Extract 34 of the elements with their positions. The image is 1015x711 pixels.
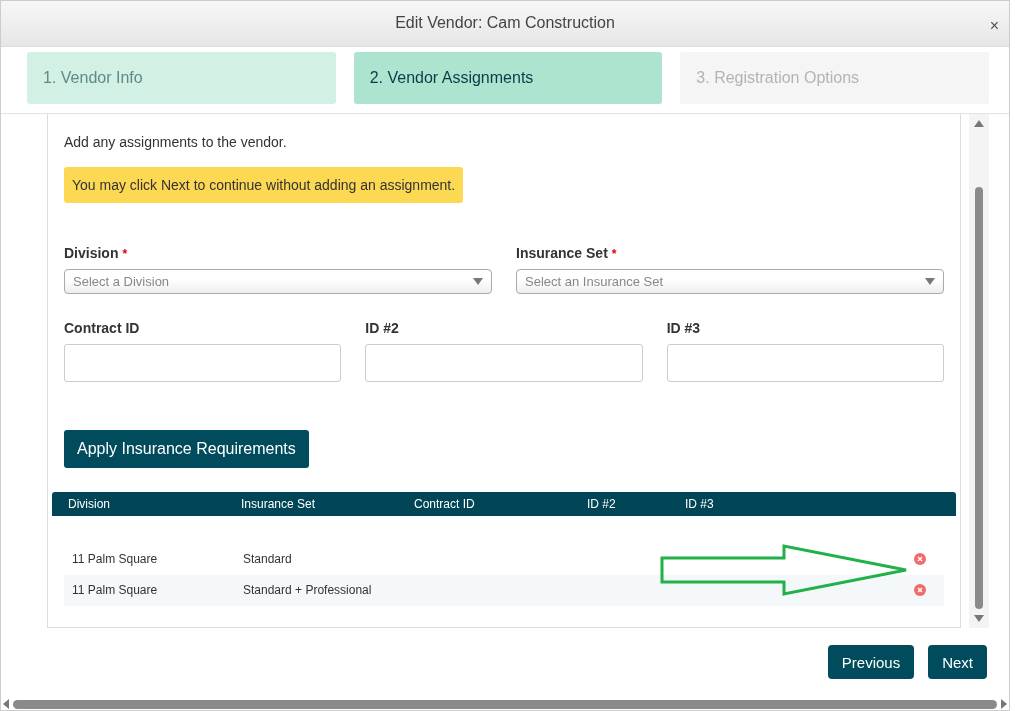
nav-button[interactable]: Previous <box>827 645 915 680</box>
required-mark: * <box>611 246 617 261</box>
text-field[interactable] <box>64 343 342 382</box>
column-header: Division <box>68 496 111 511</box>
field-label: ID #2 <box>365 319 400 336</box>
table-cell-text: Standard <box>243 552 293 567</box>
text-field[interactable] <box>365 343 643 382</box>
dropdown-field[interactable]: Select an Insurance Set <box>516 268 944 294</box>
column-header: ID #3 <box>685 496 715 511</box>
table-cell-text: Standard + Professional <box>243 583 373 598</box>
field-label: Insurance Set * <box>516 244 618 261</box>
table-cell-text: 11 Palm Square <box>72 583 159 598</box>
alert-message: You may click Next to continue without adding an assignment. <box>64 166 464 203</box>
remove-icon[interactable] <box>914 553 926 566</box>
caret-icon <box>925 277 935 285</box>
intro-text: Add any assignments to the vendor. <box>64 133 288 150</box>
field-label: Contract ID <box>64 319 141 336</box>
field-label: Division * <box>64 244 129 261</box>
table-cell-text: 11 Palm Square <box>72 552 159 567</box>
step-tab[interactable]: 2. Vendor Assignments <box>353 51 663 104</box>
nav-button[interactable]: Next <box>928 645 987 680</box>
field-label: ID #3 <box>666 319 702 336</box>
column-header: ID #2 <box>587 496 617 511</box>
caret-icon <box>473 277 483 285</box>
vertical-scrollbar[interactable] <box>969 113 989 629</box>
column-header: Insurance Set <box>241 496 317 511</box>
close-button[interactable]: × <box>989 17 999 35</box>
column-header: Contract ID <box>414 496 476 511</box>
apply-button[interactable]: Apply Insurance Requirements <box>64 429 309 468</box>
required-mark: * <box>122 246 128 261</box>
text-field[interactable] <box>666 343 944 382</box>
dropdown-field[interactable]: Select a Division <box>64 268 492 294</box>
remove-icon[interactable] <box>914 584 926 597</box>
dialog-title: Edit Vendor: Cam Construction <box>395 14 615 33</box>
